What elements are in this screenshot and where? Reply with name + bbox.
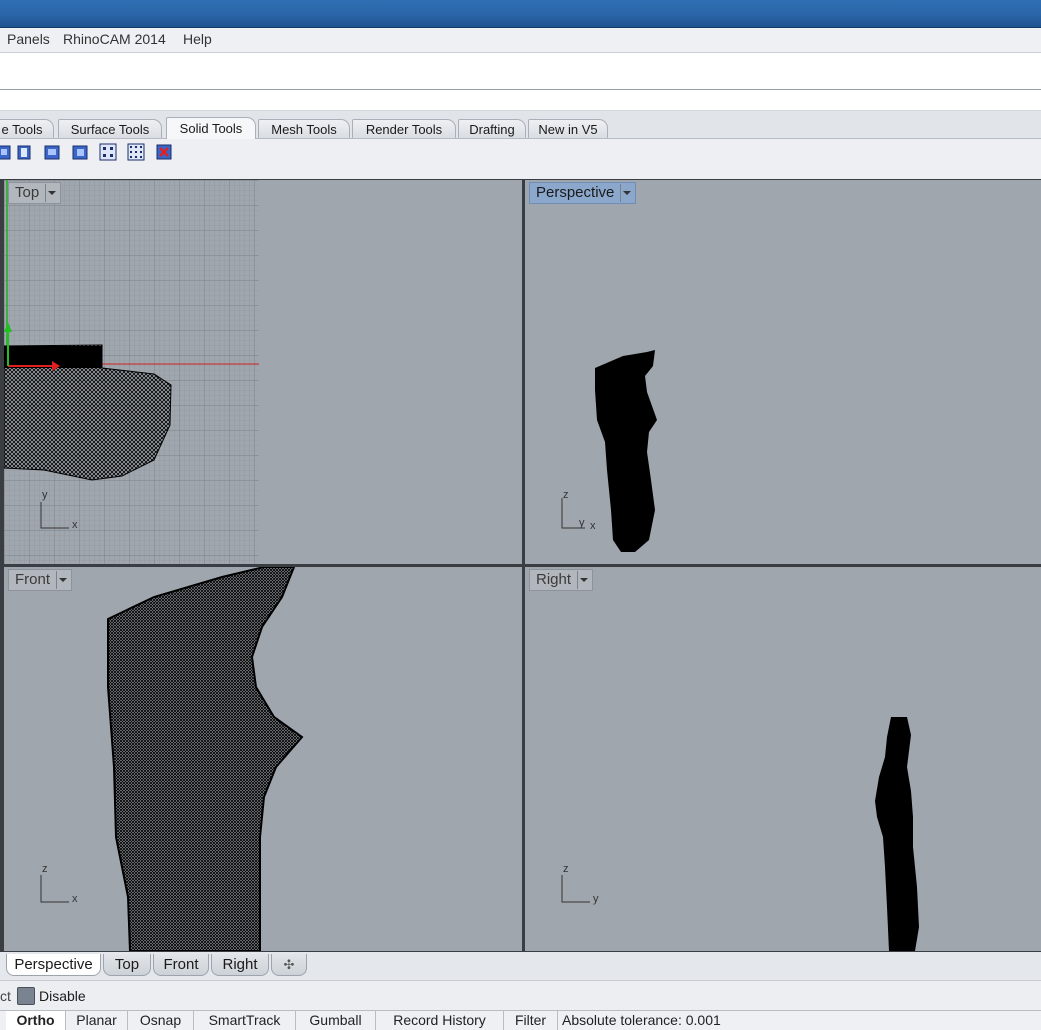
front-view-canvas — [40, 567, 304, 951]
top-view-canvas — [4, 180, 259, 564]
viewport-tabs: Perspective Top Front Right ✣ — [0, 952, 1041, 980]
disable-checkbox[interactable] — [17, 987, 35, 1005]
osnap-bar: ct Disable — [0, 980, 1041, 1011]
perspective-view-canvas — [561, 350, 657, 552]
axis-label-z: z — [563, 863, 569, 875]
axis-label-z: z — [563, 489, 569, 501]
tab-mesh-tools[interactable]: Mesh Tools — [258, 119, 350, 138]
command-prompt[interactable] — [0, 90, 1041, 111]
menu-bar: Panels RhinoCAM 2014 Help — [0, 28, 1041, 53]
status-osnap[interactable]: Osnap — [128, 1011, 194, 1030]
axis-label-x: x — [590, 520, 596, 532]
chevron-down-icon[interactable] — [577, 571, 589, 589]
solid-array-icon[interactable] — [99, 143, 117, 161]
viewport-label-perspective[interactable]: Perspective — [529, 182, 637, 204]
chevron-down-icon[interactable] — [620, 184, 632, 202]
plus-icon: ✣ — [283, 957, 295, 972]
axis-label-y: y — [42, 489, 48, 501]
status-gumball[interactable]: Gumball — [296, 1011, 376, 1030]
status-smarttrack[interactable]: SmartTrack — [194, 1011, 296, 1030]
viewport-top[interactable]: Top y x — [4, 180, 522, 564]
disable-label: Disable — [39, 988, 86, 1004]
solid-tools-toolbar — [0, 139, 1041, 180]
menu-rhinocam[interactable]: RhinoCAM 2014 — [63, 31, 166, 47]
menu-panels[interactable]: Panels — [7, 31, 50, 47]
axis-label-y: y — [593, 893, 599, 905]
viewport-label-right[interactable]: Right — [529, 569, 594, 591]
chevron-down-icon[interactable] — [45, 184, 57, 202]
solid-cylinder-icon[interactable] — [15, 143, 33, 161]
axis-label-x: x — [72, 893, 78, 905]
solid-box-icon[interactable] — [0, 143, 14, 161]
solid-delete-icon[interactable] — [155, 143, 173, 161]
command-history — [0, 53, 1041, 90]
viewport-perspective[interactable]: Perspective z y x — [525, 180, 1041, 564]
status-tolerance: Absolute tolerance: 0.001 — [562, 1012, 721, 1028]
axis-label-x: x — [72, 519, 78, 531]
add-viewport-tab-button[interactable]: ✣ — [271, 954, 307, 976]
viewport-tab-perspective[interactable]: Perspective — [6, 954, 101, 976]
tab-solid-tools[interactable]: Solid Tools — [166, 117, 256, 139]
status-filter[interactable]: Filter — [504, 1011, 558, 1030]
tab-tools-partial[interactable]: e Tools — [0, 119, 54, 138]
right-view-canvas — [561, 717, 919, 951]
tab-render-tools[interactable]: Render Tools — [352, 119, 456, 138]
viewport-label-front[interactable]: Front — [8, 569, 73, 591]
viewport-tab-top[interactable]: Top — [103, 954, 151, 976]
viewport-tab-front[interactable]: Front — [153, 954, 209, 976]
axis-label-y: y — [579, 517, 585, 529]
toolbar-tab-strip: e Tools Surface Tools Solid Tools Mesh T… — [0, 112, 1041, 139]
window-title-bar — [0, 0, 1041, 28]
viewport-label-top[interactable]: Top — [8, 182, 62, 204]
solid-grid-icon[interactable] — [127, 143, 145, 161]
menu-help[interactable]: Help — [183, 31, 212, 47]
solid-boolean-icon[interactable] — [71, 143, 89, 161]
osnap-label-partial: ct — [0, 988, 11, 1004]
status-bar: Ortho Planar Osnap SmartTrack Gumball Re… — [0, 1010, 1041, 1030]
status-record-history[interactable]: Record History — [376, 1011, 504, 1030]
viewport-area: Top y x Perspective z y x Front z x Righ… — [0, 179, 1041, 952]
viewport-right[interactable]: Right z y — [525, 567, 1041, 951]
chevron-down-icon[interactable] — [56, 571, 68, 589]
axis-label-z: z — [42, 863, 48, 875]
viewport-front[interactable]: Front z x — [4, 567, 522, 951]
tab-new-in-v5[interactable]: New in V5 — [528, 119, 608, 138]
tab-drafting[interactable]: Drafting — [458, 119, 526, 138]
viewport-tab-right[interactable]: Right — [211, 954, 269, 976]
status-ortho[interactable]: Ortho — [6, 1011, 66, 1030]
tab-surface-tools[interactable]: Surface Tools — [58, 119, 162, 138]
solid-extrude-icon[interactable] — [43, 143, 61, 161]
status-planar[interactable]: Planar — [66, 1011, 128, 1030]
